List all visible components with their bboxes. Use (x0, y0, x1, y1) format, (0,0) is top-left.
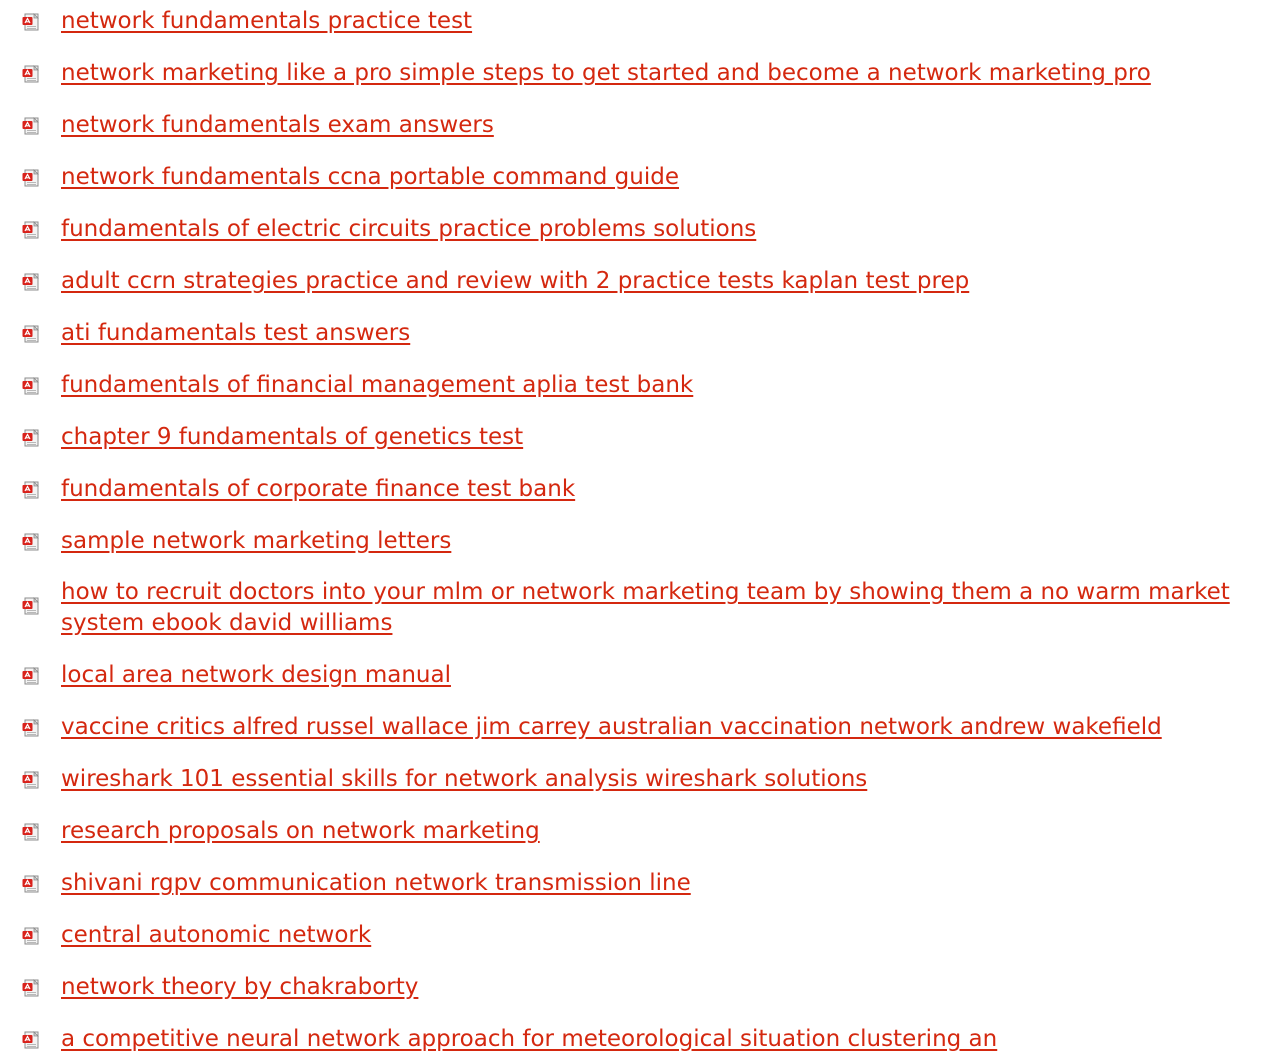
list-item: ati fundamentals test answers (0, 318, 1263, 349)
list-item: fundamentals of corporate finance test b… (0, 474, 1263, 505)
document-link[interactable]: network marketing like a pro simple step… (61, 58, 1151, 89)
document-link[interactable]: network fundamentals ccna portable comma… (61, 162, 679, 193)
list-item: central autonomic network (0, 920, 1263, 951)
document-link[interactable]: wireshark 101 essential skills for netwo… (61, 764, 867, 795)
document-link[interactable]: fundamentals of financial management apl… (61, 370, 693, 401)
document-link[interactable]: sample network marketing letters (61, 526, 451, 557)
document-link[interactable]: fundamentals of corporate finance test b… (61, 474, 575, 505)
document-link[interactable]: adult ccrn strategies practice and revie… (61, 266, 969, 297)
document-link[interactable]: shivani rgpv communication network trans… (61, 868, 691, 899)
pdf-icon (22, 377, 40, 395)
list-item: network theory by chakraborty (0, 972, 1263, 1003)
pdf-icon (22, 719, 40, 737)
pdf-icon (22, 221, 40, 239)
list-item: network fundamentals practice test (0, 6, 1263, 37)
pdf-icon (22, 875, 40, 893)
pdf-icon (22, 65, 40, 83)
list-item: chapter 9 fundamentals of genetics test (0, 422, 1263, 453)
document-link[interactable]: vaccine critics alfred russel wallace ji… (61, 712, 1162, 743)
pdf-icon (22, 13, 40, 31)
list-item: network marketing like a pro simple step… (0, 58, 1263, 89)
pdf-icon (22, 481, 40, 499)
document-link[interactable]: network fundamentals exam answers (61, 110, 494, 141)
document-link[interactable]: central autonomic network (61, 920, 371, 951)
pdf-icon (22, 429, 40, 447)
document-link[interactable]: ati fundamentals test answers (61, 318, 410, 349)
list-item: sample network marketing letters (0, 526, 1263, 557)
list-item: fundamentals of financial management apl… (0, 370, 1263, 401)
pdf-icon (22, 169, 40, 187)
list-item: a competitive neural network approach fo… (0, 1024, 1263, 1052)
document-link[interactable]: research proposals on network marketing (61, 816, 540, 847)
pdf-icon (22, 823, 40, 841)
list-item: fundamentals of electric circuits practi… (0, 214, 1263, 245)
document-link-list: network fundamentals practice test netwo… (0, 0, 1263, 1052)
document-link[interactable]: chapter 9 fundamentals of genetics test (61, 422, 523, 453)
document-link[interactable]: a competitive neural network approach fo… (61, 1024, 997, 1052)
list-item: adult ccrn strategies practice and revie… (0, 266, 1263, 297)
list-item: local area network design manual (0, 660, 1263, 691)
document-link[interactable]: fundamentals of electric circuits practi… (61, 214, 756, 245)
document-link[interactable]: local area network design manual (61, 660, 451, 691)
pdf-icon (22, 273, 40, 291)
list-item: research proposals on network marketing (0, 816, 1263, 847)
pdf-icon (22, 597, 40, 615)
pdf-icon (22, 927, 40, 945)
list-item: shivani rgpv communication network trans… (0, 868, 1263, 899)
pdf-icon (22, 1031, 40, 1049)
pdf-icon (22, 533, 40, 551)
document-link[interactable]: network fundamentals practice test (61, 6, 472, 37)
pdf-icon (22, 771, 40, 789)
pdf-icon (22, 117, 40, 135)
list-item: wireshark 101 essential skills for netwo… (0, 764, 1263, 795)
document-link[interactable]: network theory by chakraborty (61, 972, 418, 1003)
pdf-icon (22, 325, 40, 343)
list-item: network fundamentals ccna portable comma… (0, 162, 1263, 193)
document-link[interactable]: how to recruit doctors into your mlm or … (61, 577, 1257, 639)
pdf-icon (22, 979, 40, 997)
list-item: network fundamentals exam answers (0, 110, 1263, 141)
list-item: how to recruit doctors into your mlm or … (0, 577, 1263, 639)
list-item: vaccine critics alfred russel wallace ji… (0, 712, 1263, 743)
pdf-icon (22, 667, 40, 685)
